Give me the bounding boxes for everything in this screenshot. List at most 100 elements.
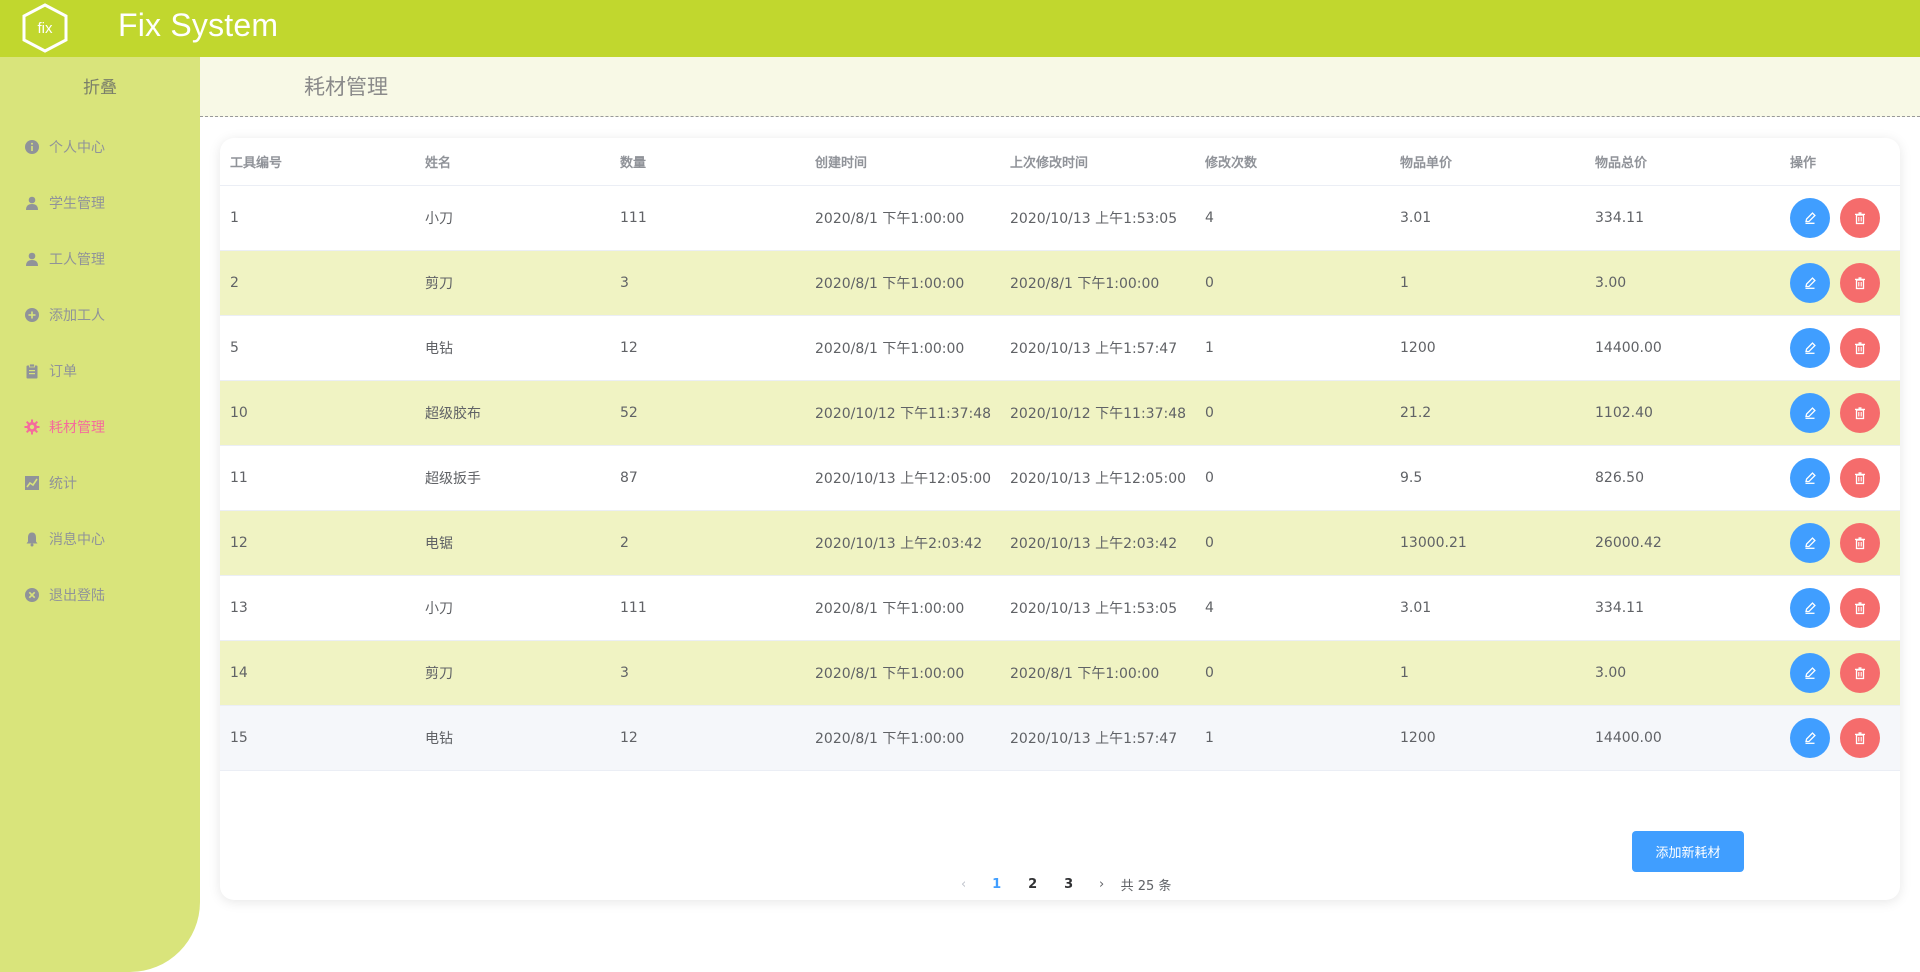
sidebar-item-9[interactable]: 退出登陆 (0, 567, 200, 623)
table-cell: 0 (1195, 250, 1390, 316)
edit-button[interactable] (1790, 457, 1830, 498)
table-cell: 2020/10/13 上午1:53:05 (1000, 185, 1195, 251)
edit-icon (1803, 276, 1817, 290)
table-row[interactable]: 14 剪刀 3 2020/8/1 下午1:00:00 2020/8/1 下午1:00:0… (220, 640, 1900, 706)
table-row[interactable]: 13 小刀 111 2020/8/1 下午1:00:00 2020/10/13 上午1:… (220, 575, 1900, 641)
table-cell: 2020/8/1 下午1:00:00 (805, 315, 1000, 381)
delete-button[interactable] (1840, 392, 1880, 433)
delete-button[interactable] (1840, 717, 1880, 758)
total-count: 共 25 条 (1120, 878, 1172, 894)
table-cell: 1200 (1390, 705, 1585, 771)
delete-button[interactable] (1840, 522, 1880, 563)
sidebar: 折叠 个人中心学生管理工人管理添加工人订单 耗材管理统计消息中心退出登陆 (0, 57, 200, 972)
table-row[interactable]: 2 剪刀 3 2020/8/1 下午1:00:00 2020/8/1 下午1:00:00… (220, 250, 1900, 316)
delete-button[interactable] (1840, 587, 1880, 628)
table-cell: 1102.40 (1585, 380, 1780, 446)
table-cell: 5 (220, 315, 415, 381)
table-cell: 2020/8/1 下午1:00:00 (805, 575, 1000, 641)
edit-icon (1803, 471, 1817, 485)
table-cell: 10 (220, 380, 415, 446)
trash-icon (1853, 406, 1867, 420)
chart-icon (24, 475, 40, 491)
sidebar-item-4[interactable]: 添加工人 (0, 287, 200, 343)
edit-button[interactable] (1790, 262, 1830, 303)
edit-button[interactable] (1790, 392, 1830, 433)
table-cell: 2 (220, 250, 415, 316)
prev-page-button[interactable]: ‹ (949, 877, 979, 892)
table-cell: 电钻 (415, 705, 610, 771)
table-cell: 2020/10/13 上午1:53:05 (1000, 575, 1195, 641)
page-number[interactable]: 2 (1015, 877, 1051, 892)
table-cell: 2 (610, 510, 805, 576)
edit-button[interactable] (1790, 717, 1830, 758)
table-row[interactable]: 5 电钻 12 2020/8/1 下午1:00:00 2020/10/13 上午1:57… (220, 315, 1900, 381)
table-cell: 52 (610, 380, 805, 446)
delete-button[interactable] (1840, 262, 1880, 303)
table-cell: 12 (610, 315, 805, 381)
sidebar-item-label: 学生管理 (49, 196, 105, 212)
column-header: 物品总价 (1585, 138, 1780, 186)
edit-button[interactable] (1790, 652, 1830, 693)
table-cell: 小刀 (415, 185, 610, 251)
info-icon (24, 139, 40, 155)
table-cell: 3 (610, 640, 805, 706)
table-cell: 电钻 (415, 315, 610, 381)
sidebar-item-6[interactable]: 耗材管理 (0, 399, 200, 455)
sidebar-item-label: 个人中心 (49, 140, 105, 156)
table-cell: 14 (220, 640, 415, 706)
supplies-table: 工具编号 姓名 数量 创建时间 上次修改时间 修改次数 物品单价 物品总价 操作 1 小刀 111 2… (220, 138, 1900, 771)
sidebar-item-2[interactable]: 学生管理 (0, 175, 200, 231)
table-cell: 111 (610, 185, 805, 251)
edit-button[interactable] (1790, 522, 1830, 563)
table-row[interactable]: 10 超级胶布 52 2020/10/12 下午11:37:48 2020/10/12 … (220, 380, 1900, 446)
next-page-button[interactable]: › (1087, 877, 1117, 892)
table-cell: 3.00 (1585, 640, 1780, 706)
sidebar-item-8[interactable]: 消息中心 (0, 511, 200, 567)
table-row[interactable]: 11 超级扳手 87 2020/10/13 上午12:05:00 2020/10/13 … (220, 445, 1900, 511)
table-cell: 1 (1390, 640, 1585, 706)
page-number[interactable]: 1 (979, 877, 1015, 892)
delete-button[interactable] (1840, 652, 1880, 693)
sidebar-item-5[interactable]: 订单 (0, 343, 200, 399)
bell-icon (24, 531, 40, 547)
table-row[interactable]: 15 电钻 12 2020/8/1 下午1:00:00 2020/10/13 上午1:5… (220, 705, 1900, 771)
table-cell: 111 (610, 575, 805, 641)
table-row[interactable]: 1 小刀 111 2020/8/1 下午1:00:00 2020/10/13 上午1:5… (220, 185, 1900, 251)
row-actions (1780, 640, 1900, 706)
sidebar-item-3[interactable]: 工人管理 (0, 231, 200, 287)
table-cell: 826.50 (1585, 445, 1780, 511)
delete-button[interactable] (1840, 457, 1880, 498)
content-card: 工具编号 姓名 数量 创建时间 上次修改时间 修改次数 物品单价 物品总价 操作 1 小刀 111 2… (220, 138, 1900, 900)
delete-button[interactable] (1840, 197, 1880, 238)
table-cell: 2020/8/1 下午1:00:00 (805, 705, 1000, 771)
page-number[interactable]: 3 (1051, 877, 1087, 892)
delete-button[interactable] (1840, 327, 1880, 368)
table-row[interactable]: 12 电锯 2 2020/10/13 上午2:03:42 2020/10/13 上午2:… (220, 510, 1900, 576)
page-title: 耗材管理 (304, 75, 388, 99)
top-bar: fix Fix System (0, 0, 1920, 57)
table-cell: 2020/8/1 下午1:00:00 (805, 640, 1000, 706)
sidebar-item-1[interactable]: 个人中心 (0, 119, 200, 175)
collapse-button[interactable]: 折叠 (0, 73, 200, 98)
table-cell: 26000.42 (1585, 510, 1780, 576)
sidebar-item-label: 统计 (49, 476, 77, 492)
table-cell: 2020/8/1 下午1:00:00 (805, 250, 1000, 316)
user-icon (24, 251, 40, 267)
table-cell: 2020/8/1 下午1:00:00 (805, 185, 1000, 251)
sidebar-item-7[interactable]: 统计 (0, 455, 200, 511)
action-group (1790, 327, 1900, 368)
edit-icon (1803, 406, 1817, 420)
add-supply-button[interactable]: 添加新耗材 (1632, 831, 1744, 872)
table-cell: 1200 (1390, 315, 1585, 381)
action-group (1790, 392, 1900, 433)
edit-button[interactable] (1790, 197, 1830, 238)
row-actions (1780, 315, 1900, 381)
clipboard-icon (24, 363, 40, 379)
edit-button[interactable] (1790, 327, 1830, 368)
table-cell: 0 (1195, 445, 1390, 511)
edit-icon (1803, 536, 1817, 550)
column-header: 数量 (610, 138, 805, 186)
edit-button[interactable] (1790, 587, 1830, 628)
sidebar-item-label: 退出登陆 (49, 588, 105, 604)
sidebar-item-label: 添加工人 (49, 308, 105, 324)
